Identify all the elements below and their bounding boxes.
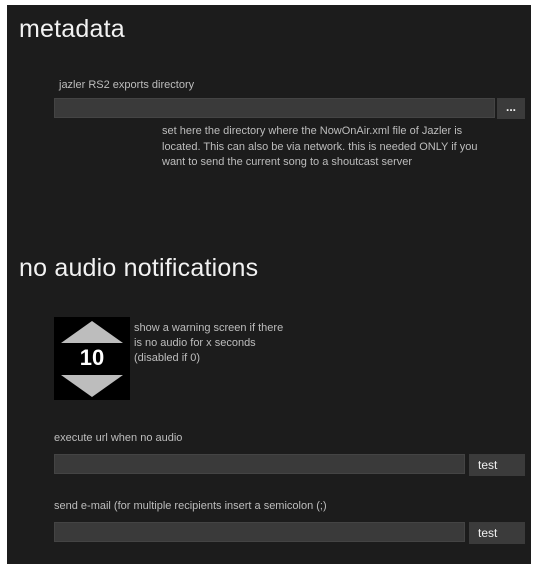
settings-panel: metadata jazler RS2 exports directory ..… <box>7 5 531 564</box>
browse-button[interactable]: ... <box>497 98 525 119</box>
exports-directory-label: jazler RS2 exports directory <box>59 79 195 91</box>
email-input[interactable] <box>54 522 465 542</box>
increment-arrow-icon[interactable] <box>61 321 123 343</box>
exports-directory-input[interactable] <box>54 98 495 118</box>
silence-warning-help: show a warning screen if there is no aud… <box>134 322 284 364</box>
execute-url-label: execute url when no audio <box>54 432 183 444</box>
silence-seconds-stepper[interactable]: 10 <box>54 317 130 400</box>
email-label: send e-mail (for multiple recipients ins… <box>54 500 327 512</box>
exports-directory-help: set here the directory where the NowOnAi… <box>162 125 478 168</box>
execute-url-input[interactable] <box>54 454 465 474</box>
silence-seconds-value: 10 <box>79 345 105 370</box>
metadata-section-title: metadata <box>19 15 125 43</box>
url-test-button[interactable]: test <box>469 454 525 476</box>
decrement-arrow-icon[interactable] <box>61 375 123 397</box>
no-audio-section-title: no audio notifications <box>19 254 259 282</box>
email-test-button[interactable]: test <box>469 522 525 544</box>
